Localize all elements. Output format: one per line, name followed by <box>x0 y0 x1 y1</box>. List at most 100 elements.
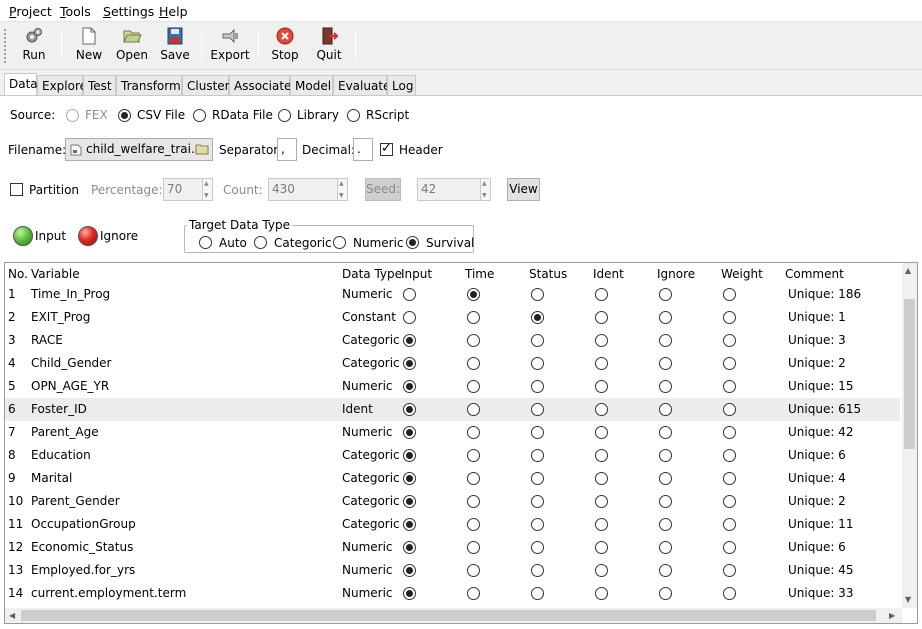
table-row[interactable]: 5 OPN_AGE_YR Numeric Unique: 15 <box>5 375 900 398</box>
role-status-radio[interactable] <box>531 564 544 577</box>
menu-project[interactable]: Project <box>9 4 52 19</box>
tab-data[interactable]: Data <box>4 73 38 95</box>
role-time-radio[interactable] <box>467 334 480 347</box>
export-button[interactable]: Export <box>210 26 250 66</box>
role-time-radio[interactable] <box>467 403 480 416</box>
role-time-radio[interactable] <box>467 564 480 577</box>
tab-associate[interactable]: Associate <box>229 75 291 95</box>
count-spinner[interactable] <box>338 178 348 201</box>
role-weight-radio[interactable] <box>723 311 736 324</box>
role-status-radio[interactable] <box>531 334 544 347</box>
table-row[interactable]: 12 Economic_Status Numeric Unique: 6 <box>5 536 900 559</box>
role-input-radio[interactable] <box>403 357 416 370</box>
new-button[interactable]: New <box>73 26 105 66</box>
toolbar-grip[interactable] <box>3 28 8 64</box>
decimal-input[interactable]: . <box>353 138 373 161</box>
role-ident-radio[interactable] <box>595 403 608 416</box>
role-ignore-radio[interactable] <box>659 380 672 393</box>
role-time-radio[interactable] <box>467 472 480 485</box>
table-row[interactable]: 2 EXIT_Prog Constant Unique: 1 <box>5 306 900 329</box>
role-status-radio[interactable] <box>531 449 544 462</box>
role-ignore-radio[interactable] <box>659 518 672 531</box>
table-row[interactable]: 11 OccupationGroup Categoric Unique: 11 <box>5 513 900 536</box>
role-weight-radio[interactable] <box>723 288 736 301</box>
role-input-radio[interactable] <box>403 495 416 508</box>
quit-button[interactable]: Quit <box>312 26 346 66</box>
role-weight-radio[interactable] <box>723 357 736 370</box>
column-header-comment[interactable]: Comment <box>785 267 844 281</box>
role-status-radio[interactable] <box>531 311 544 324</box>
role-weight-radio[interactable] <box>723 587 736 600</box>
tab-log[interactable]: Log <box>387 75 416 95</box>
role-input-radio[interactable] <box>403 380 416 393</box>
role-ignore-radio[interactable] <box>659 426 672 439</box>
table-row[interactable]: 14 current.employment.term Numeric Unique: … <box>5 582 900 605</box>
horizontal-scrollbar-thumb[interactable] <box>21 610 876 621</box>
role-ident-radio[interactable] <box>595 380 608 393</box>
separator-input[interactable]: , <box>277 138 297 161</box>
menu-help[interactable]: Help <box>159 4 188 19</box>
tab-transform[interactable]: Transform <box>116 75 182 95</box>
seed-input[interactable]: 42 <box>417 178 481 201</box>
vertical-scrollbar[interactable]: ▲ ▼ <box>902 263 917 608</box>
role-ignore-radio[interactable] <box>659 564 672 577</box>
role-input-radio[interactable] <box>403 587 416 600</box>
role-ignore-radio[interactable] <box>659 541 672 554</box>
header-checkbox[interactable] <box>380 141 393 156</box>
tab-explore[interactable]: Explore <box>37 75 87 95</box>
column-header-status[interactable]: Status <box>529 267 567 281</box>
table-row[interactable]: 8 Education Categoric Unique: 6 <box>5 444 900 467</box>
table-row[interactable]: 4 Child_Gender Categoric Unique: 2 <box>5 352 900 375</box>
role-ident-radio[interactable] <box>595 449 608 462</box>
horizontal-scrollbar[interactable]: ◀ ▶ <box>5 608 902 623</box>
role-time-radio[interactable] <box>467 518 480 531</box>
view-button[interactable]: View <box>507 178 540 201</box>
role-ident-radio[interactable] <box>595 564 608 577</box>
scroll-right-icon[interactable]: ▶ <box>889 611 895 620</box>
role-weight-radio[interactable] <box>723 541 736 554</box>
role-weight-radio[interactable] <box>723 495 736 508</box>
role-ignore-radio[interactable] <box>659 495 672 508</box>
role-status-radio[interactable] <box>531 426 544 439</box>
role-status-radio[interactable] <box>531 495 544 508</box>
role-input-radio[interactable] <box>403 288 416 301</box>
source-fex-radio[interactable] <box>66 109 79 122</box>
role-ident-radio[interactable] <box>595 357 608 370</box>
tab-test[interactable]: Test <box>83 75 116 95</box>
role-ignore-radio[interactable] <box>659 334 672 347</box>
role-weight-radio[interactable] <box>723 518 736 531</box>
tab-model[interactable]: Model <box>290 75 333 95</box>
role-ident-radio[interactable] <box>595 426 608 439</box>
scroll-left-icon[interactable]: ◀ <box>9 611 15 620</box>
percentage-input[interactable]: 70 <box>163 178 203 201</box>
role-time-radio[interactable] <box>467 380 480 393</box>
role-weight-radio[interactable] <box>723 334 736 347</box>
source-rscript-radio[interactable] <box>347 109 360 122</box>
table-row[interactable]: 1 Time_In_Prog Numeric Unique: 186 <box>5 283 900 306</box>
column-header-weight[interactable]: Weight <box>721 267 763 281</box>
source-csv-radio[interactable] <box>118 109 131 122</box>
role-status-radio[interactable] <box>531 587 544 600</box>
menu-tools[interactable]: Tools <box>60 4 91 19</box>
role-ignore-radio[interactable] <box>659 587 672 600</box>
role-input-radio[interactable] <box>403 518 416 531</box>
role-time-radio[interactable] <box>467 449 480 462</box>
role-status-radio[interactable] <box>531 288 544 301</box>
table-row[interactable]: 3 RACE Categoric Unique: 3 <box>5 329 900 352</box>
tab-cluster[interactable]: Cluster <box>182 75 230 95</box>
source-library-radio[interactable] <box>278 109 291 122</box>
save-button[interactable]: Save <box>158 26 192 66</box>
role-status-radio[interactable] <box>531 518 544 531</box>
open-button[interactable]: Open <box>114 26 150 66</box>
table-row[interactable]: 9 Marital Categoric Unique: 4 <box>5 467 900 490</box>
percentage-spinner[interactable] <box>203 178 213 201</box>
role-weight-radio[interactable] <box>723 472 736 485</box>
role-input-radio[interactable] <box>403 564 416 577</box>
role-weight-radio[interactable] <box>723 449 736 462</box>
role-input-radio[interactable] <box>403 426 416 439</box>
role-ignore-radio[interactable] <box>659 449 672 462</box>
role-status-radio[interactable] <box>531 541 544 554</box>
scroll-down-icon[interactable]: ▼ <box>905 595 911 604</box>
column-header-no[interactable]: No. <box>8 267 28 281</box>
role-weight-radio[interactable] <box>723 380 736 393</box>
